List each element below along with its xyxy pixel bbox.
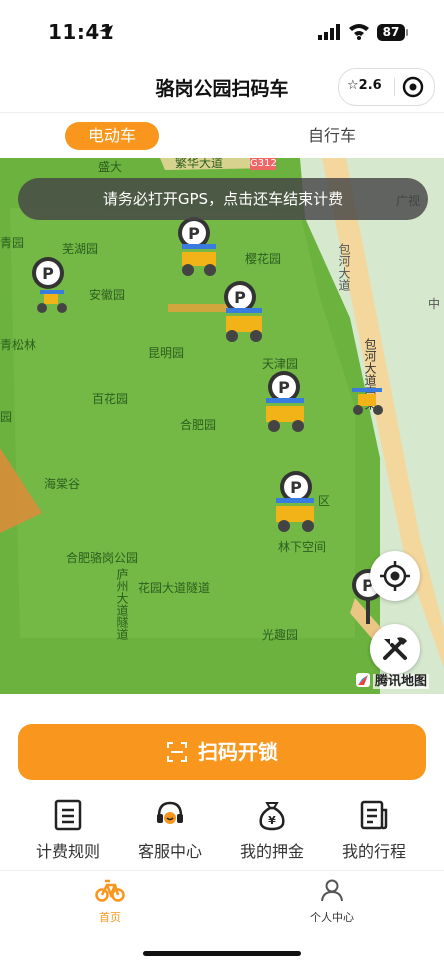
- headset-icon: [157, 801, 183, 824]
- status-bar: 11:41 87: [0, 0, 444, 62]
- home-indicator: [143, 951, 301, 956]
- bike-icon: [95, 879, 125, 902]
- parking-marker[interactable]: P: [272, 470, 318, 536]
- map-label: 繁华大道: [175, 158, 224, 170]
- road-badge: G312: [250, 158, 277, 169]
- parking-marker[interactable]: P: [176, 216, 220, 282]
- map-label: 区: [318, 494, 331, 508]
- location-arrow-icon: [99, 25, 113, 39]
- billing-rules-button[interactable]: 计费规则: [18, 798, 118, 862]
- map-label: 百花园: [92, 392, 129, 406]
- customer-service-label: 客服中心: [137, 842, 202, 861]
- customer-service-button[interactable]: 客服中心: [120, 798, 220, 862]
- locate-button[interactable]: [370, 551, 420, 601]
- parking-marker[interactable]: P: [220, 280, 266, 346]
- my-deposit-label: 我的押金: [239, 842, 304, 861]
- scan-icon: [167, 742, 187, 762]
- nav-home[interactable]: 首页: [50, 877, 170, 925]
- itinerary-icon: [360, 800, 388, 830]
- title-bar: 骆岗公园扫码车 ☆2.6: [0, 62, 444, 112]
- battery-tip: [406, 29, 408, 36]
- tab-bike[interactable]: 自行车: [285, 122, 379, 150]
- my-deposit-button[interactable]: ¥ 我的押金: [222, 798, 322, 862]
- capsule-divider: [394, 78, 395, 96]
- svg-text:P: P: [278, 378, 290, 397]
- parking-marker[interactable]: P: [262, 370, 308, 436]
- map-label: 海棠谷: [44, 477, 81, 491]
- vehicle-marker[interactable]: [350, 384, 384, 418]
- rating-badge[interactable]: ☆2.6: [347, 78, 382, 93]
- map-label: 林下空间: [278, 540, 327, 554]
- my-trips-label: 我的行程: [341, 842, 406, 861]
- user-icon: [321, 879, 343, 902]
- close-target-icon[interactable]: [402, 76, 424, 98]
- map-label: 青松林: [0, 338, 37, 352]
- map-label: 庐州大道隧道: [115, 568, 129, 640]
- nav-home-label: 首页: [99, 911, 121, 924]
- bottom-nav: 首页 个人中心: [0, 870, 444, 965]
- svg-text:P: P: [234, 288, 246, 307]
- document-icon: [54, 799, 82, 831]
- money-bag-icon: ¥: [259, 802, 285, 831]
- tab-ebike[interactable]: 电动车: [65, 122, 159, 150]
- nav-profile-label: 个人中心: [310, 911, 354, 924]
- map-attribution: 腾讯地图: [356, 670, 430, 689]
- tools-icon: [383, 637, 407, 660]
- cellular-signal-icon: [318, 24, 340, 40]
- svg-text:P: P: [188, 224, 200, 243]
- miniprogram-capsule: ☆2.6: [338, 68, 435, 106]
- nav-profile[interactable]: 个人中心: [272, 877, 392, 925]
- map-label: 盛大: [98, 160, 123, 174]
- map-label: 合肥骆岗公园: [66, 551, 139, 565]
- scan-unlock-label: 扫码开锁: [198, 740, 278, 764]
- map-label: 青园: [0, 236, 25, 250]
- map-label: 包河大道: [337, 243, 351, 291]
- gps-notice: 请务必打开GPS，点击还车结束计费: [18, 178, 428, 220]
- my-trips-button[interactable]: 我的行程: [324, 798, 424, 862]
- parking-marker[interactable]: P: [30, 256, 74, 322]
- map-label: 昆明园: [148, 346, 185, 360]
- crosshair-icon: [380, 561, 410, 591]
- scan-unlock-button[interactable]: 扫码开锁: [18, 724, 426, 780]
- map-view[interactable]: 盛大 繁华大道 G312 广视 青园 芜湖园 樱花园 包河大道 安徽园 中 青松…: [0, 158, 444, 694]
- map-label: 中: [428, 297, 441, 311]
- repair-report-button[interactable]: [370, 624, 420, 674]
- map-label: 花园大道隧道: [138, 581, 211, 595]
- map-label: 芜湖园: [62, 242, 99, 256]
- map-label: 安徽园: [89, 288, 126, 302]
- map-label: 樱花园: [245, 252, 282, 266]
- svg-text:¥: ¥: [268, 814, 276, 827]
- map-label: 园: [0, 410, 13, 424]
- vehicle-tabs: 电动车 自行车: [0, 112, 444, 159]
- battery-icon: 87: [377, 24, 405, 41]
- wifi-icon: [349, 24, 369, 40]
- svg-text:P: P: [290, 478, 302, 497]
- svg-text:P: P: [42, 264, 54, 283]
- map-label: 光趣园: [262, 628, 299, 642]
- map-label: 合肥园: [180, 418, 217, 432]
- rating-value: 2.6: [358, 78, 382, 93]
- billing-rules-label: 计费规则: [35, 842, 100, 861]
- action-panel: 扫码开锁 计费规则 客服中心 ¥ 我的押金 我的行程: [0, 694, 444, 870]
- tencent-map-logo-icon: [356, 673, 370, 687]
